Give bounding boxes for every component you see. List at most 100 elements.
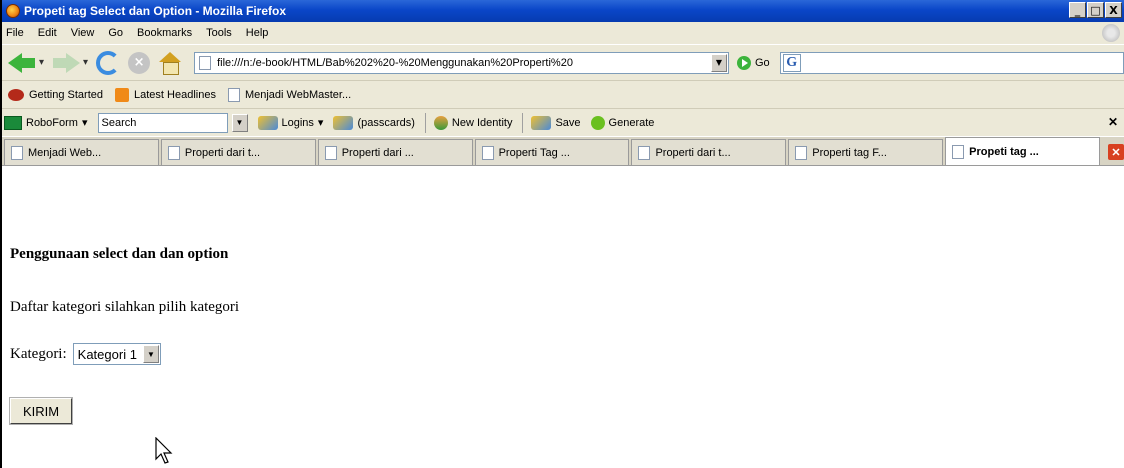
submit-button[interactable]: KIRIM [8,397,74,425]
title-bar: Propeti tag Select dan Option - Mozilla … [2,0,1124,22]
tab-1[interactable]: Menjadi Web... [4,139,159,165]
page-icon [952,144,965,159]
tab-3[interactable]: Properti dari ... [317,139,473,165]
url-dropdown-icon[interactable]: ▼ [710,53,727,72]
tab-2[interactable]: Properti dari t... [160,139,316,165]
logins-icon [257,115,278,130]
browser-window: Propeti tag Select dan Option - Mozilla … [0,0,1124,468]
home-button[interactable] [158,51,182,75]
throbber-icon [1102,24,1120,42]
menu-file[interactable]: File [6,27,24,39]
navigation-toolbar: ▾ ▾ × file:///n:/e-book/HTML/Bab%202%20-… [2,44,1124,80]
tab-label: Properti dari t... [655,146,731,159]
bookmark-latest-headlines[interactable]: Latest Headlines [115,87,216,102]
bookmark-label: Menjadi WebMaster... [244,88,352,101]
new-identity-button[interactable]: New Identity [433,115,513,130]
identity-icon [433,115,448,130]
reload-icon [96,50,121,75]
roboform-label: RoboForm [26,116,78,129]
menu-bookmarks[interactable]: Bookmarks [137,27,192,39]
tab-5[interactable]: Properti dari t... [631,139,787,165]
close-button[interactable]: X [1105,2,1122,18]
category-select[interactable]: Kategori 1 ▼ [72,343,161,365]
menu-help[interactable]: Help [246,27,269,39]
back-arrow-icon [8,51,36,75]
category-row: Kategori: Kategori 1 ▼ [10,343,161,365]
page-icon [167,145,180,160]
close-tab-icon[interactable]: ✕ [1108,144,1124,160]
tab-label: Menjadi Web... [28,146,102,159]
page-icon [324,145,337,160]
menu-tools[interactable]: Tools [206,27,232,39]
go-button[interactable]: Go [736,55,770,70]
forward-dropdown-icon[interactable]: ▾ [83,57,88,68]
roboform-save-button[interactable]: Save [531,115,581,130]
search-box[interactable]: G [779,51,1124,74]
page-icon [199,55,212,70]
bookmark-getting-started[interactable]: Getting Started [8,88,103,101]
toolbar-separator [522,112,524,133]
tab-label: Propeti tag ... [969,145,1039,158]
menu-go[interactable]: Go [108,27,123,39]
tab-active[interactable]: Propeti tag ... [945,137,1101,165]
page-content: Penggunaan select dan dan option Daftar … [2,167,1124,468]
generate-icon [590,115,605,130]
google-engine-icon[interactable]: G [782,53,801,72]
tab-6[interactable]: Properti tag F... [788,139,944,165]
new-identity-label: New Identity [451,116,513,129]
page-icon [638,145,651,160]
close-toolbar-icon[interactable]: ✕ [1106,115,1120,129]
passcards-label: (passcards) [357,116,415,129]
menu-view[interactable]: View [71,27,95,39]
generate-label: Generate [608,116,655,129]
url-bar[interactable]: file:///n:/e-book/HTML/Bab%202%20-%20Men… [194,51,729,74]
save-icon [531,115,552,130]
maximize-button[interactable]: □ [1087,2,1104,18]
page-description: Daftar kategori silahkan pilih kategori [10,299,240,315]
stop-icon: × [128,51,151,74]
generate-button[interactable]: Generate [590,115,655,130]
tab-4[interactable]: Properti Tag ... [474,139,630,165]
chevron-down-icon: ▾ [81,117,88,129]
toolbar-separator [424,112,426,133]
bookmark-menjadi-webmaster[interactable]: Menjadi WebMaster... [227,87,352,102]
url-input[interactable]: file:///n:/e-book/HTML/Bab%202%20-%20Men… [217,57,711,69]
bookmark-label: Getting Started [29,88,103,101]
chevron-down-icon: ▾ [317,117,324,129]
save-label: Save [555,116,581,129]
roboform-search-input[interactable]: Search [97,112,228,133]
rss-icon [115,87,129,102]
firefox-start-icon [8,88,24,101]
back-button[interactable]: ▾ [8,51,44,75]
stop-button[interactable]: × [128,51,151,74]
roboform-search[interactable]: Search ▼ [97,112,248,133]
menu-edit[interactable]: Edit [38,27,57,39]
page-icon [795,145,808,160]
bookmarks-toolbar: Getting Started Latest Headlines Menjadi… [2,80,1124,108]
minimize-button[interactable]: _ [1069,2,1086,18]
logins-label: Logins [281,116,314,129]
chevron-down-icon[interactable]: ▼ [142,345,159,363]
back-dropdown-icon[interactable]: ▾ [39,57,44,68]
go-arrow-icon [736,55,751,70]
submit-row: KIRIM [8,397,74,425]
roboform-menu-button[interactable]: RoboForm ▾ [4,115,88,130]
passcards-icon [333,115,354,130]
tab-label: Properti tag F... [812,146,887,159]
page-icon [227,87,240,102]
go-label: Go [754,56,770,69]
page-icon [481,145,494,160]
menu-bar: File Edit View Go Bookmarks Tools Help [2,22,1124,44]
category-label: Kategori: [10,345,67,362]
passcards-button[interactable]: (passcards) [333,115,415,130]
forward-arrow-icon [52,51,81,75]
logins-button[interactable]: Logins ▾ [257,115,324,130]
roboform-search-dropdown-icon[interactable]: ▼ [231,113,248,132]
firefox-icon [6,4,20,18]
window-controls: _ □ X [1069,2,1122,18]
forward-button[interactable]: ▾ [52,51,88,75]
tab-label: Properti dari ... [341,146,414,159]
roboform-toolbar: RoboForm ▾ Search ▼ Logins ▾ (passcards)… [2,108,1124,136]
roboform-logo-icon [4,115,22,130]
reload-button[interactable] [96,50,121,75]
